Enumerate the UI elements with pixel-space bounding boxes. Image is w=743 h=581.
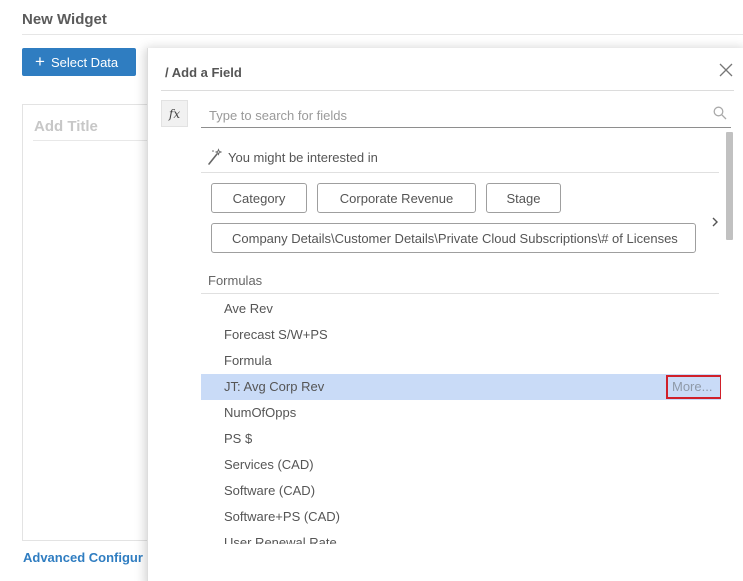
list-item-label: Services (CAD) xyxy=(224,457,314,472)
select-data-label: Select Data xyxy=(50,54,119,70)
list-item[interactable]: Formula xyxy=(201,348,721,374)
list-item[interactable]: User Renewal Rate xyxy=(201,530,721,544)
divider xyxy=(33,140,161,141)
more-button[interactable]: More... xyxy=(666,375,721,399)
list-item[interactable]: NumOfOpps xyxy=(201,400,721,426)
chip-corporate-revenue[interactable]: Corporate Revenue xyxy=(317,183,476,213)
list-item-label: User Renewal Rate xyxy=(224,535,337,544)
widget-title: New Widget xyxy=(22,11,107,28)
close-icon[interactable] xyxy=(719,63,733,77)
list-item-label: NumOfOpps xyxy=(224,405,297,420)
chip-licenses-field[interactable]: Company Details\Customer Details\Private… xyxy=(211,223,696,253)
divider xyxy=(161,90,734,91)
dialog-title: / Add a Field xyxy=(165,65,242,80)
plus-icon: + xyxy=(35,51,45,71)
list-item-label: Forecast S/W+PS xyxy=(224,327,328,342)
search-icon[interactable] xyxy=(713,106,727,120)
field-list: Ave Rev Forecast S/W+PS Formula JT: Avg … xyxy=(201,296,721,544)
suggestion-heading-text: You might be interested in xyxy=(228,149,378,165)
add-field-dialog: / Add a Field fx You might be interested… xyxy=(147,48,743,581)
divider xyxy=(201,293,719,294)
list-item[interactable]: PS $ xyxy=(201,426,721,452)
list-item-label: PS $ xyxy=(224,431,253,446)
divider xyxy=(201,172,719,173)
list-item[interactable]: Software+PS (CAD) xyxy=(201,504,721,530)
section-heading-formulas: Formulas xyxy=(208,273,263,288)
divider xyxy=(22,34,743,35)
scrollbar[interactable] xyxy=(726,132,733,240)
search-box xyxy=(201,100,731,128)
fx-icon[interactable]: fx xyxy=(161,100,188,127)
select-data-button[interactable]: + Select Data xyxy=(22,48,136,76)
magic-wand-icon xyxy=(208,148,222,165)
search-input[interactable] xyxy=(201,100,701,128)
advanced-configuration-link[interactable]: Advanced Configur xyxy=(23,550,143,565)
list-item-label: Ave Rev xyxy=(224,301,273,316)
add-title-field[interactable]: Add Title xyxy=(34,118,98,135)
chevron-right-icon[interactable] xyxy=(710,215,720,229)
chip-stage[interactable]: Stage xyxy=(486,183,561,213)
widget-preview-panel: Add Title xyxy=(22,104,162,541)
list-item-selected[interactable]: JT: Avg Corp Rev More... xyxy=(201,374,721,400)
list-item-label: Software (CAD) xyxy=(224,483,316,498)
suggestion-heading: You might be interested in xyxy=(206,148,378,166)
list-item[interactable]: Forecast S/W+PS xyxy=(201,322,721,348)
list-item[interactable]: Software (CAD) xyxy=(201,478,721,504)
chip-category[interactable]: Category xyxy=(211,183,307,213)
list-item[interactable]: Ave Rev xyxy=(201,296,721,322)
list-item-label: Software+PS (CAD) xyxy=(224,509,340,524)
list-item-label: JT: Avg Corp Rev xyxy=(224,379,325,394)
list-item[interactable]: Services (CAD) xyxy=(201,452,721,478)
list-item-label: Formula xyxy=(224,353,272,368)
